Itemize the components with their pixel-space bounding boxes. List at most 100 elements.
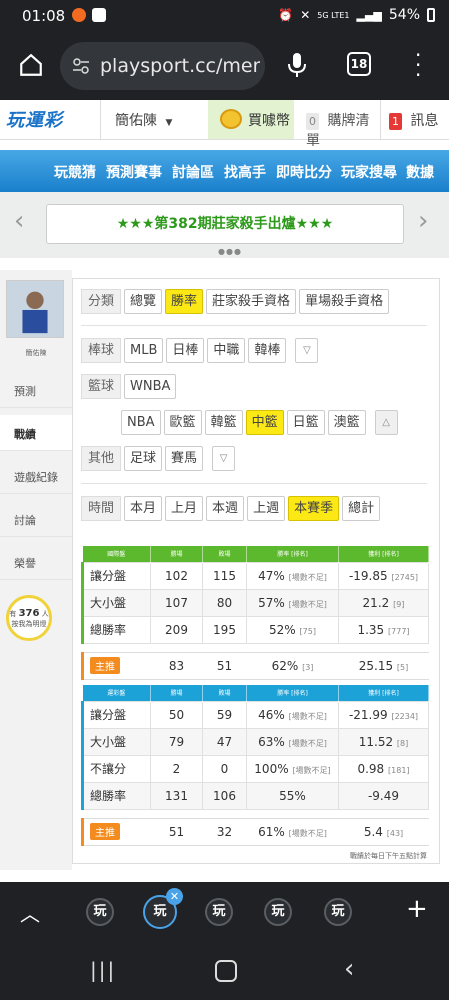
- baseball-option-kbo[interactable]: 韓棒: [248, 338, 287, 363]
- address-bar[interactable]: playsport.cc/men: [60, 42, 265, 90]
- baseball-option-npb[interactable]: 日棒: [166, 338, 205, 363]
- site-settings-icon[interactable]: [72, 57, 90, 75]
- bulb-suffix: 人: [41, 610, 49, 618]
- main-pick-badge: 主推: [90, 823, 120, 840]
- chevron-right-icon[interactable]: ›: [418, 206, 428, 236]
- other-option-horse-racing[interactable]: 賽馬: [165, 446, 204, 471]
- tab-thumbnail[interactable]: 玩: [205, 898, 233, 926]
- basketball-option-japan[interactable]: 日籃: [286, 410, 325, 435]
- win-rate-rank: [場數不足]: [288, 711, 327, 721]
- basketball-option-korea[interactable]: 韓籃: [204, 410, 243, 435]
- main-navigation: 玩競猜 預測賽事 討論區 找高手 即時比分 玩家搜尋 數據: [0, 150, 449, 192]
- category-option-single-killer[interactable]: 單場殺手資格: [299, 289, 390, 314]
- time-option-last-week[interactable]: 上週: [247, 496, 286, 521]
- back-icon[interactable]: ‹: [344, 954, 354, 984]
- category-option-overview[interactable]: 總覽: [124, 289, 163, 314]
- sidebar-item-record[interactable]: 戰績: [0, 415, 72, 451]
- home-button-icon[interactable]: [215, 960, 237, 982]
- table-row: 大小盤 79 47 63% [場數不足] 11.52 [8]: [82, 727, 429, 756]
- avatar[interactable]: [6, 280, 64, 338]
- time-option-this-season[interactable]: 本賽季: [288, 496, 340, 521]
- lose-count: 115: [202, 561, 247, 590]
- basketball-option-wnba[interactable]: WNBA: [124, 374, 177, 399]
- user-menu-button[interactable]: 簡佑陳 ▼: [100, 100, 208, 139]
- lose-count: 0: [202, 754, 247, 783]
- buy-coin-button[interactable]: 買噱幣: [208, 100, 294, 139]
- profit-cell: -21.99 [2234]: [338, 700, 429, 729]
- microphone-icon[interactable]: [287, 52, 307, 78]
- baseball-label: 棒球: [81, 338, 122, 363]
- basketball-option-nba[interactable]: NBA: [121, 410, 161, 435]
- category-option-bookie-killer[interactable]: 莊家殺手資格: [206, 289, 297, 314]
- expand-other-chevron-down-icon[interactable]: ▽: [212, 446, 236, 471]
- site-logo[interactable]: 玩運彩: [6, 106, 72, 132]
- collapse-basketball-chevron-up-icon[interactable]: △: [374, 410, 398, 435]
- cart-button[interactable]: 0 購牌清單: [298, 100, 380, 149]
- tab-thumbnail[interactable]: 玩: [264, 898, 292, 926]
- new-tab-plus-icon[interactable]: +: [406, 894, 428, 924]
- nav-item-live-score[interactable]: 即時比分: [276, 162, 332, 182]
- nav-item-guess[interactable]: 玩競猜: [54, 162, 96, 182]
- message-count-badge: 1: [389, 113, 402, 130]
- profit-rank: [9]: [393, 599, 405, 609]
- basketball-option-china[interactable]: 中籃: [245, 410, 284, 435]
- profit-rank: [8]: [396, 738, 409, 748]
- basketball-option-euro[interactable]: 歐籃: [163, 410, 202, 435]
- profit-rank: [43]: [386, 828, 404, 838]
- avatar-photo: [7, 281, 63, 337]
- sidebar-item-discussion[interactable]: 討論: [0, 501, 72, 537]
- nav-item-forum[interactable]: 討論區: [172, 162, 214, 182]
- tab-thumbnail[interactable]: 玩: [324, 898, 352, 926]
- basketball-filter-row: 籃球 WNBA: [81, 374, 177, 400]
- home-icon[interactable]: [18, 52, 44, 78]
- row-name: 讓分盤: [82, 561, 151, 590]
- divider: [81, 483, 427, 484]
- nav-item-experts[interactable]: 找高手: [224, 162, 266, 182]
- close-tab-icon[interactable]: ✕: [166, 888, 183, 905]
- basketball-option-australia[interactable]: 澳籃: [327, 410, 366, 435]
- time-option-total[interactable]: 總計: [342, 496, 381, 521]
- tab-thumbnail[interactable]: 玩: [86, 898, 114, 926]
- buy-coin-label: 買噱幣: [248, 113, 290, 129]
- announcement-banner: ‹ ★★★第382期莊家殺手出爐★★★ › ●●●: [0, 192, 449, 258]
- category-option-winrate[interactable]: 勝率: [165, 289, 204, 314]
- win-rate: 62%: [271, 658, 299, 673]
- win-rate-cell: 57% [場數不足]: [246, 588, 339, 617]
- recent-apps-icon[interactable]: |||: [90, 958, 116, 982]
- win-count: 131: [150, 781, 203, 810]
- nav-item-data[interactable]: 數據: [406, 162, 434, 182]
- time-option-last-month[interactable]: 上月: [165, 496, 204, 521]
- main-pick-cell: 主推: [82, 817, 151, 846]
- more-options-icon[interactable]: · · ·: [415, 45, 421, 85]
- time-option-this-week[interactable]: 本週: [206, 496, 245, 521]
- main-pick-row: 主推 51 32 61% [場數不足] 5.4 [43]: [82, 817, 429, 846]
- row-name: 總勝率: [82, 781, 151, 810]
- chevron-up-icon[interactable]: ︿: [20, 898, 40, 927]
- baseball-option-cpbl[interactable]: 中職: [207, 338, 246, 363]
- win-rate: 52%: [269, 622, 296, 637]
- expand-baseball-chevron-down-icon[interactable]: ▽: [295, 338, 319, 363]
- other-option-soccer[interactable]: 足球: [124, 446, 163, 471]
- light-bulb-button[interactable]: 有 376 人 按我為明燈: [6, 595, 52, 641]
- nav-item-player-search[interactable]: 玩家搜尋: [341, 162, 397, 182]
- messages-button[interactable]: 1 訊息: [380, 100, 449, 139]
- other-filter-row: 其他 足球 賽馬 ▽: [81, 446, 236, 472]
- lose-count: 59: [202, 700, 247, 729]
- profit-cell: 25.15 [5]: [338, 651, 429, 680]
- baseball-option-mlb[interactable]: MLB: [124, 338, 164, 363]
- column-header: 敗場: [202, 546, 247, 562]
- sidebar-item-game-history[interactable]: 遊戲紀錄: [0, 458, 72, 494]
- win-rate-cell: 52% [75]: [246, 615, 339, 644]
- time-option-this-month[interactable]: 本月: [124, 496, 163, 521]
- bulb-text: 按我為明燈: [11, 620, 47, 628]
- chevron-left-icon[interactable]: ‹: [14, 206, 24, 236]
- nav-item-predict[interactable]: 預測賽事: [106, 162, 162, 182]
- sidebar-item-predict[interactable]: 預測: [0, 372, 72, 408]
- banner-link[interactable]: ★★★第382期莊家殺手出爐★★★: [46, 204, 404, 244]
- win-count: 51: [150, 817, 203, 846]
- tab-count-button[interactable]: 18: [347, 52, 371, 76]
- lose-count: 32: [202, 817, 247, 846]
- lose-count: 51: [202, 651, 247, 680]
- row-name: 不讓分: [82, 754, 151, 783]
- sidebar-item-honor[interactable]: 榮譽: [0, 544, 72, 580]
